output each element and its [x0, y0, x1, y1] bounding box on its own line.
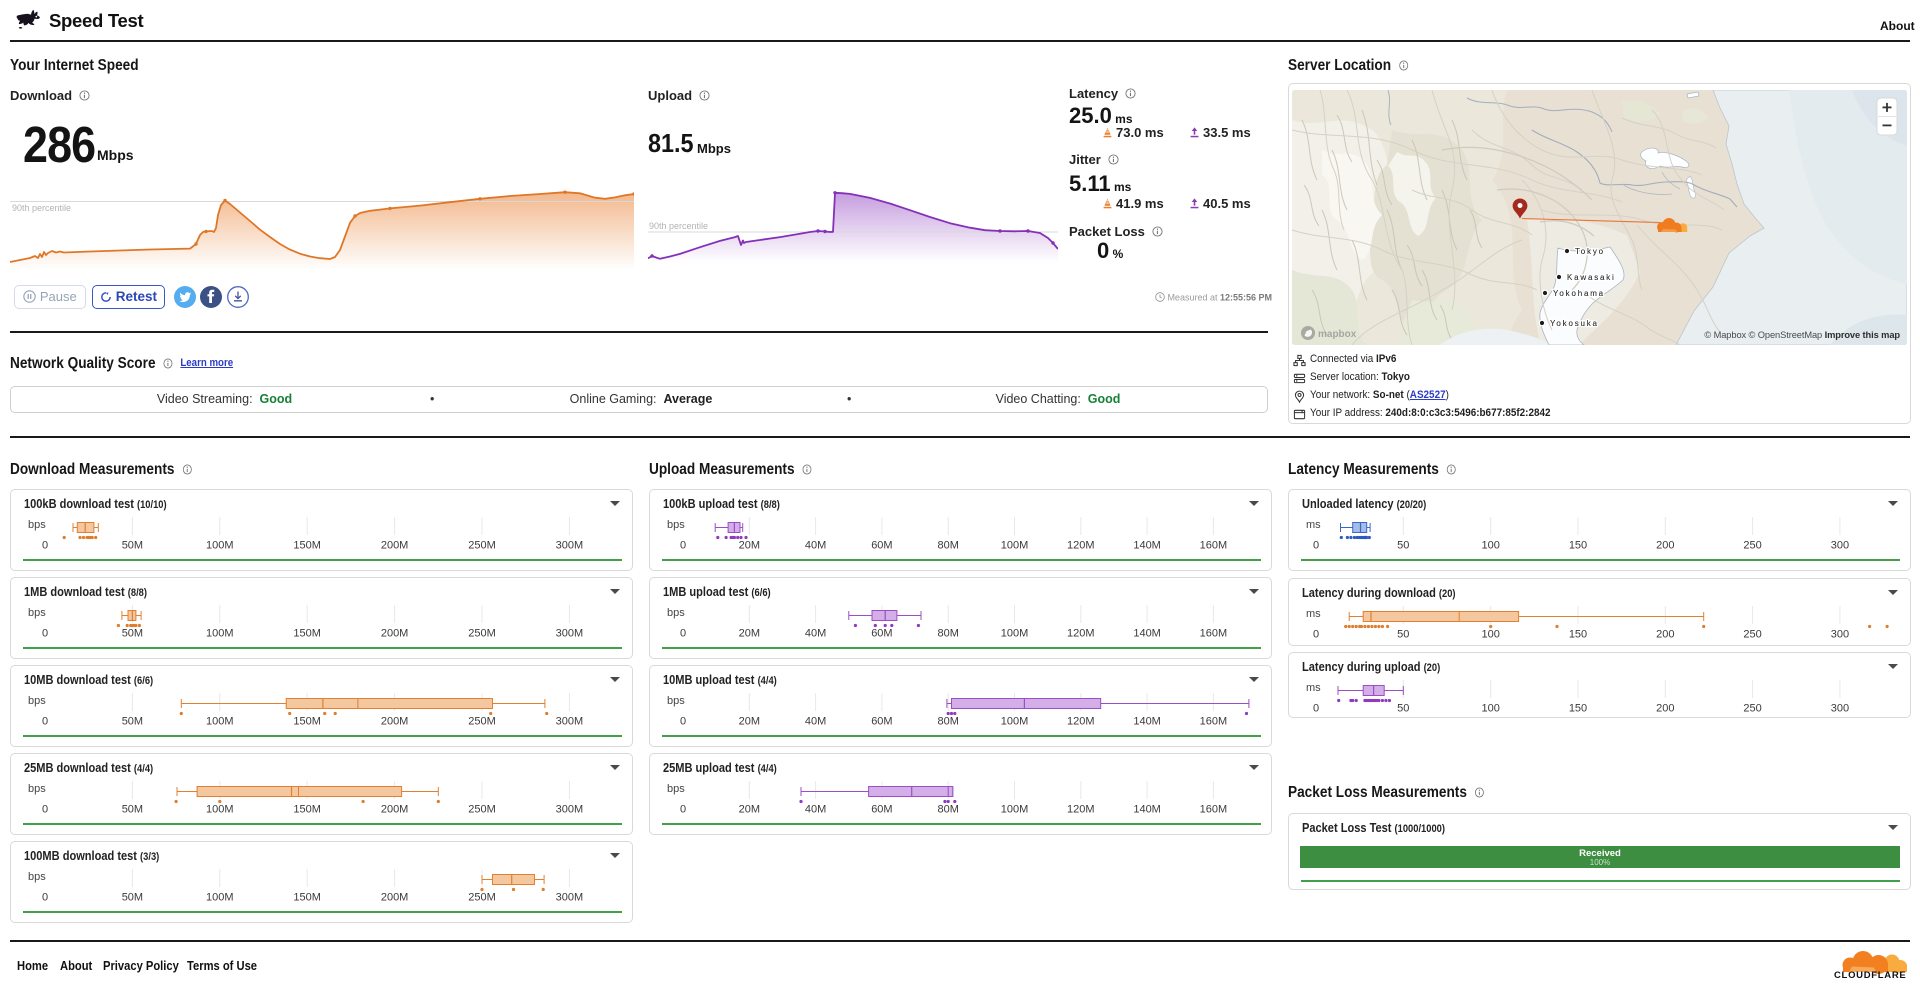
- svg-text:50M: 50M: [122, 804, 143, 816]
- svg-text:60M: 60M: [871, 540, 892, 552]
- svg-text:50M: 50M: [122, 540, 143, 552]
- svg-text:150M: 150M: [293, 628, 321, 640]
- svg-text:0: 0: [680, 628, 686, 640]
- svg-text:Yokohama: Yokohama: [1553, 289, 1605, 298]
- svg-text:100M: 100M: [206, 892, 234, 904]
- svg-text:120M: 120M: [1067, 716, 1095, 728]
- svg-text:300: 300: [1831, 540, 1849, 552]
- svg-text:100M: 100M: [206, 804, 234, 816]
- svg-text:0: 0: [42, 892, 48, 904]
- svg-text:140M: 140M: [1133, 540, 1161, 552]
- svg-text:100: 100: [1482, 540, 1500, 552]
- svg-text:150: 150: [1569, 703, 1587, 715]
- svg-text:200M: 200M: [381, 892, 409, 904]
- svg-text:100M: 100M: [206, 628, 234, 640]
- svg-text:300M: 300M: [556, 628, 584, 640]
- svg-text:120M: 120M: [1067, 804, 1095, 816]
- svg-text:50M: 50M: [122, 628, 143, 640]
- svg-text:160M: 160M: [1200, 716, 1228, 728]
- svg-text:50: 50: [1397, 703, 1409, 715]
- svg-text:mapbox: mapbox: [1318, 329, 1357, 340]
- svg-text:300M: 300M: [556, 892, 584, 904]
- svg-text:0: 0: [680, 716, 686, 728]
- svg-text:200: 200: [1656, 628, 1674, 640]
- svg-text:40M: 40M: [805, 804, 826, 816]
- svg-text:150M: 150M: [293, 716, 321, 728]
- svg-text:100M: 100M: [206, 716, 234, 728]
- svg-text:150: 150: [1569, 540, 1587, 552]
- svg-text:250M: 250M: [468, 892, 496, 904]
- svg-text:40M: 40M: [805, 716, 826, 728]
- svg-text:200M: 200M: [381, 716, 409, 728]
- svg-text:40M: 40M: [805, 628, 826, 640]
- svg-text:100M: 100M: [1001, 540, 1029, 552]
- svg-text:0: 0: [680, 804, 686, 816]
- svg-text:20M: 20M: [739, 804, 760, 816]
- svg-text:300M: 300M: [556, 540, 584, 552]
- svg-text:0: 0: [42, 804, 48, 816]
- svg-text:0: 0: [42, 628, 48, 640]
- svg-text:80M: 80M: [937, 540, 958, 552]
- svg-text:140M: 140M: [1133, 628, 1161, 640]
- svg-text:200: 200: [1656, 540, 1674, 552]
- svg-text:150: 150: [1569, 628, 1587, 640]
- svg-text:80M: 80M: [937, 628, 958, 640]
- svg-text:120M: 120M: [1067, 628, 1095, 640]
- svg-text:© Mapbox © OpenStreetMap Impro: © Mapbox © OpenStreetMap Improve this ma…: [1704, 330, 1900, 340]
- svg-text:250: 250: [1743, 703, 1761, 715]
- svg-text:100M: 100M: [1001, 716, 1029, 728]
- svg-text:250: 250: [1743, 540, 1761, 552]
- svg-text:100: 100: [1482, 703, 1500, 715]
- svg-text:160M: 160M: [1200, 540, 1228, 552]
- svg-text:250M: 250M: [468, 540, 496, 552]
- svg-text:300M: 300M: [556, 804, 584, 816]
- svg-text:100M: 100M: [1001, 628, 1029, 640]
- svg-text:120M: 120M: [1067, 540, 1095, 552]
- svg-text:0: 0: [42, 716, 48, 728]
- svg-text:100: 100: [1482, 628, 1500, 640]
- svg-text:60M: 60M: [871, 716, 892, 728]
- svg-text:40M: 40M: [805, 540, 826, 552]
- svg-text:50: 50: [1397, 540, 1409, 552]
- svg-text:140M: 140M: [1133, 804, 1161, 816]
- svg-text:160M: 160M: [1200, 804, 1228, 816]
- svg-text:100M: 100M: [1001, 804, 1029, 816]
- svg-text:80M: 80M: [937, 716, 958, 728]
- svg-text:200M: 200M: [381, 804, 409, 816]
- svg-text:50M: 50M: [122, 716, 143, 728]
- svg-text:80M: 80M: [937, 804, 958, 816]
- svg-text:140M: 140M: [1133, 716, 1161, 728]
- svg-text:Tokyo: Tokyo: [1575, 247, 1605, 256]
- svg-text:0: 0: [42, 540, 48, 552]
- svg-text:150M: 150M: [293, 892, 321, 904]
- svg-text:300: 300: [1831, 703, 1849, 715]
- svg-text:20M: 20M: [739, 716, 760, 728]
- svg-text:60M: 60M: [871, 628, 892, 640]
- svg-text:60M: 60M: [871, 804, 892, 816]
- svg-text:200: 200: [1656, 703, 1674, 715]
- svg-text:300M: 300M: [556, 716, 584, 728]
- svg-text:150M: 150M: [293, 804, 321, 816]
- svg-text:250M: 250M: [468, 804, 496, 816]
- svg-text:160M: 160M: [1200, 628, 1228, 640]
- svg-text:0: 0: [1313, 540, 1319, 552]
- svg-text:0: 0: [1313, 628, 1319, 640]
- svg-text:20M: 20M: [739, 540, 760, 552]
- svg-text:300: 300: [1831, 628, 1849, 640]
- svg-text:200M: 200M: [381, 628, 409, 640]
- svg-text:Kawasaki: Kawasaki: [1567, 273, 1616, 282]
- svg-text:250M: 250M: [468, 628, 496, 640]
- svg-text:100M: 100M: [206, 540, 234, 552]
- svg-text:150M: 150M: [293, 540, 321, 552]
- svg-text:50M: 50M: [122, 892, 143, 904]
- svg-text:200M: 200M: [381, 540, 409, 552]
- svg-text:20M: 20M: [739, 628, 760, 640]
- svg-text:50: 50: [1397, 628, 1409, 640]
- svg-text:Yokosuka: Yokosuka: [1550, 319, 1599, 328]
- svg-text:CLOUDFLARE: CLOUDFLARE: [1834, 970, 1906, 980]
- svg-text:0: 0: [680, 540, 686, 552]
- svg-text:250: 250: [1743, 628, 1761, 640]
- svg-text:250M: 250M: [468, 716, 496, 728]
- svg-text:0: 0: [1313, 703, 1319, 715]
